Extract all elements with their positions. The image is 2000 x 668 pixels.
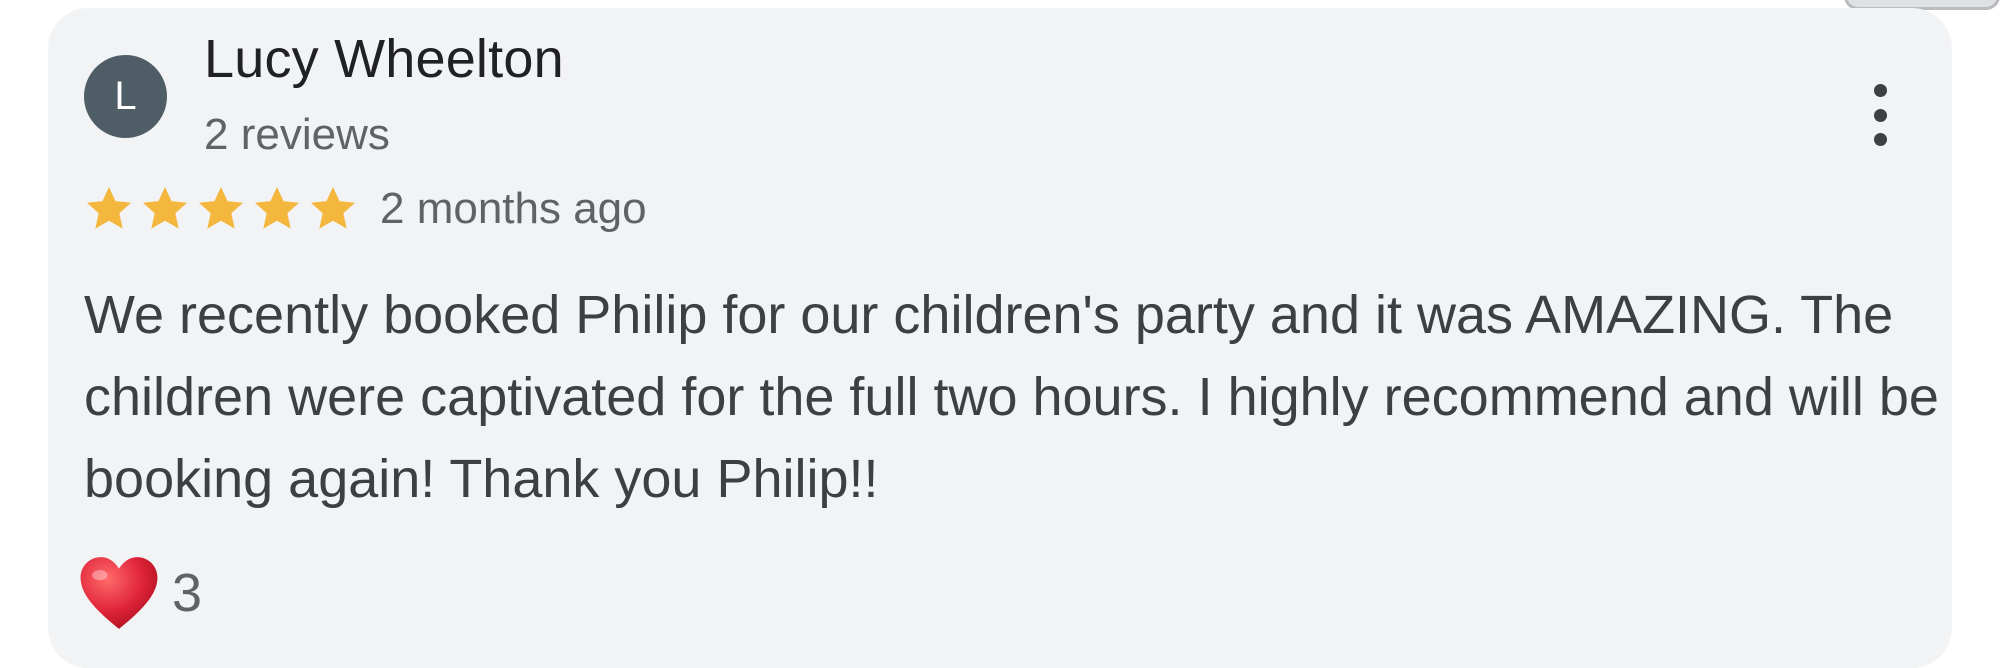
avatar[interactable]: L (84, 55, 167, 138)
more-dot (1873, 133, 1887, 146)
star-icon (142, 186, 188, 229)
more-options-icon[interactable] (1862, 84, 1898, 146)
author-review-count: 2 reviews (204, 110, 390, 159)
star-icon (198, 186, 244, 229)
more-dot (1873, 108, 1887, 122)
review-text: We recently booked Philip for our childr… (84, 285, 1939, 509)
reaction-count: 3 (172, 563, 203, 623)
star-icon (86, 186, 132, 229)
heart-icon (80, 557, 158, 629)
star-icon (310, 186, 356, 229)
star-icon (254, 186, 300, 229)
star-rating (82, 182, 360, 238)
more-dot (1873, 84, 1887, 97)
review-time: 2 months ago (380, 184, 647, 233)
reaction-button[interactable]: 3 (78, 554, 202, 632)
author-name[interactable]: Lucy Wheelton (204, 28, 564, 90)
